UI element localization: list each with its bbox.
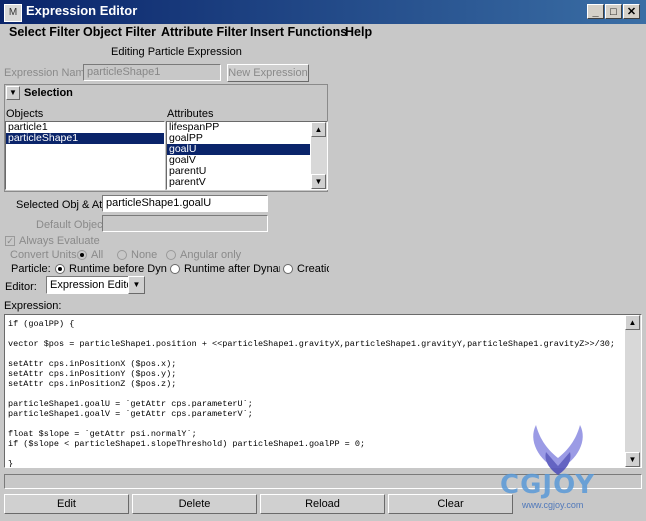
code-line: setAttr cps.inPositionX ($pos.x); <box>8 359 177 369</box>
convert-units-label: Convert Units: <box>10 249 80 261</box>
objects-list[interactable]: particle1 particleShape1 <box>5 121 165 190</box>
convert-none-radio[interactable] <box>117 250 127 260</box>
code-line: if (goalPP) { <box>8 319 75 329</box>
runtime-after-radio[interactable] <box>170 264 180 274</box>
scroll-up-icon[interactable]: ▲ <box>311 122 326 137</box>
convert-angular-radio[interactable] <box>166 250 176 260</box>
title-bar: M Expression Editor _ □ ✕ <box>0 0 646 24</box>
menu-help[interactable]: Help <box>345 25 372 39</box>
attributes-scrollbar[interactable]: ▲ ▼ <box>311 122 327 189</box>
list-item[interactable]: particleShape1 <box>6 133 164 144</box>
scroll-down-icon[interactable]: ▼ <box>311 174 326 189</box>
always-evaluate-checkbox[interactable]: ✓ <box>5 236 15 246</box>
reload-button[interactable]: Reload <box>260 494 385 514</box>
attributes-label: Attributes <box>167 108 214 120</box>
code-line: particleShape1.goalV = `getAttr cps.para… <box>8 409 253 419</box>
minimize-button[interactable]: _ <box>587 4 604 19</box>
convert-angular-label: Angular only <box>180 249 242 261</box>
watermark-text: CGJOY <box>500 470 596 500</box>
menu-object-filter[interactable]: Object Filter <box>83 25 156 39</box>
menu-attribute-filter[interactable]: Attribute Filter <box>161 25 247 39</box>
expression-name-label: Expression Name <box>4 67 91 79</box>
selected-obj-label: Selected Obj & Attr <box>16 199 109 211</box>
objects-label: Objects <box>6 108 44 120</box>
attributes-list[interactable]: lifespanPP goalPP goalU goalV parentU pa… <box>166 121 328 190</box>
edit-button[interactable]: Edit <box>4 494 129 514</box>
convert-all-label: All <box>91 249 104 261</box>
creation-radio[interactable] <box>283 264 293 274</box>
code-line: particleShape1.goalU = `getAttr cps.para… <box>8 399 253 409</box>
watermark-logo: CGJOY www.cgjoy.com <box>478 420 638 515</box>
menu-select-filter[interactable]: Select Filter <box>9 25 80 39</box>
maya-logo-icon: M <box>4 4 22 22</box>
menu-insert-functions[interactable]: Insert Functions <box>250 25 347 39</box>
code-line: setAttr cps.inPositionZ ($pos.z); <box>8 379 177 389</box>
watermark-url: www.cgjoy.com <box>522 500 584 510</box>
editor-dropdown-icon[interactable]: ▼ <box>128 276 145 294</box>
runtime-after-label: Runtime after Dynamics <box>184 263 280 275</box>
creation-label: Creation <box>297 263 329 275</box>
collapse-arrow-icon[interactable]: ▼ <box>6 86 20 100</box>
selected-obj-field[interactable]: particleShape1.goalU <box>102 195 268 212</box>
selection-title: Selection <box>24 87 73 99</box>
menu-bar: Select Filter Object Filter Attribute Fi… <box>0 24 646 42</box>
default-object-field[interactable] <box>102 215 268 232</box>
convert-none-label: None <box>131 249 158 261</box>
new-expression-button[interactable]: New Expression <box>227 64 309 82</box>
runtime-before-label: Runtime before Dynamics <box>69 263 167 275</box>
code-line: vector $pos = particleShape1.position + … <box>8 339 615 349</box>
runtime-before-radio[interactable] <box>55 264 65 274</box>
convert-all-radio[interactable] <box>77 250 87 260</box>
list-item[interactable]: parentV <box>167 177 327 188</box>
expression-label: Expression: <box>4 300 62 312</box>
particle-label: Particle: <box>11 263 51 275</box>
expression-name-field[interactable]: particleShape1 <box>83 64 221 81</box>
editor-select[interactable]: Expression Editor <box>46 276 129 294</box>
always-evaluate-label: Always Evaluate <box>19 235 100 247</box>
editor-label: Editor: <box>5 281 37 293</box>
delete-button[interactable]: Delete <box>132 494 257 514</box>
code-line: setAttr cps.inPositionY ($pos.y); <box>8 369 177 379</box>
scroll-up-icon[interactable]: ▲ <box>625 315 640 330</box>
editing-label: Editing Particle Expression <box>111 46 242 58</box>
maximize-button[interactable]: □ <box>605 4 622 19</box>
close-button[interactable]: ✕ <box>623 4 640 19</box>
default-object-label: Default Object <box>36 219 106 231</box>
window-title: Expression Editor <box>26 3 138 18</box>
